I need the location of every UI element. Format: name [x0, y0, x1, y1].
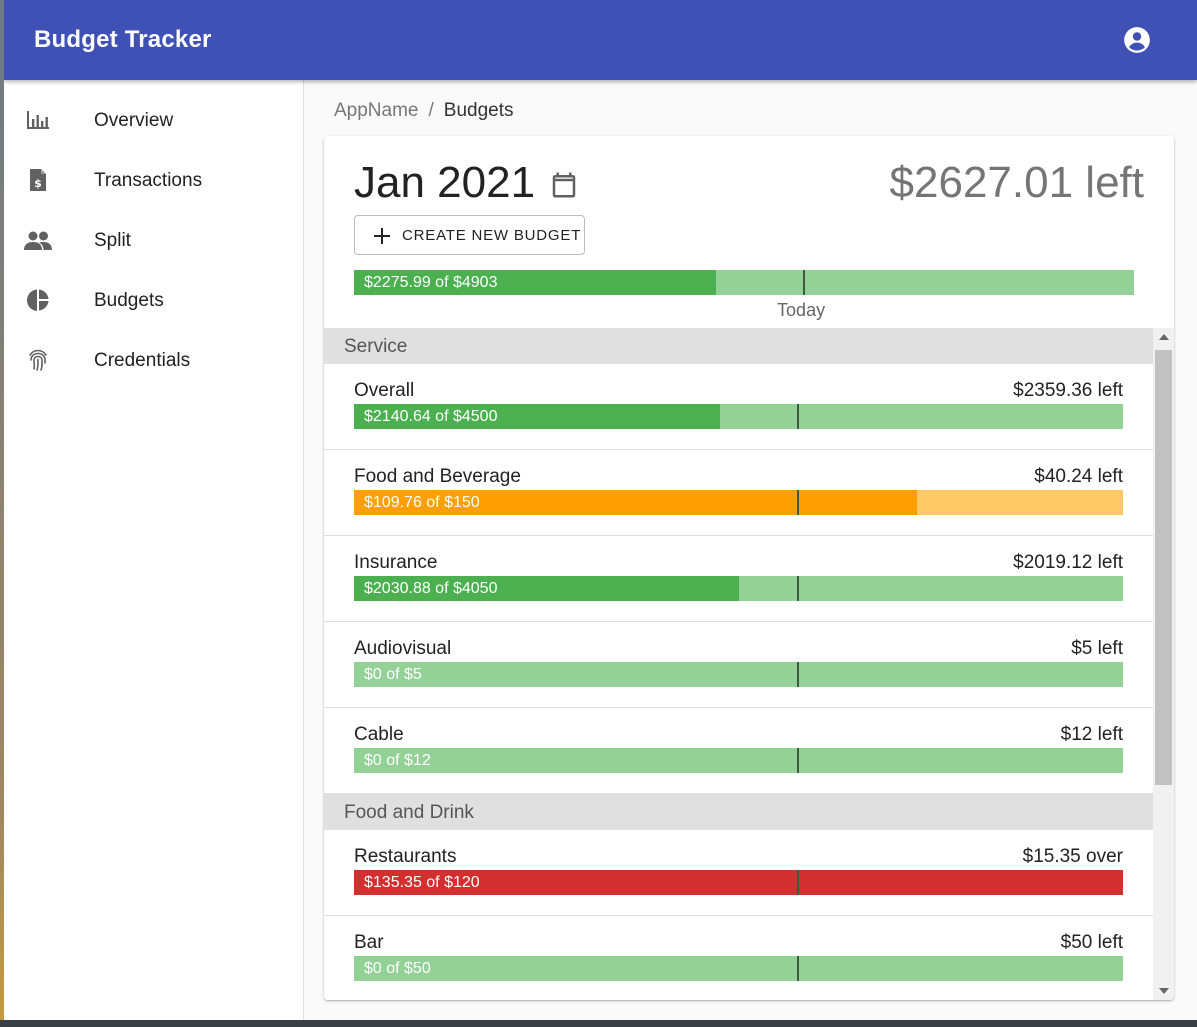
budget-status: $40.24 left [1034, 466, 1123, 487]
breadcrumb-root[interactable]: AppName [334, 100, 419, 122]
sidebar-item-split[interactable]: Split [4, 210, 304, 270]
budget-progress-bar: $2030.88 of $4050 [354, 576, 1123, 601]
breadcrumb: AppName / Budgets [334, 100, 514, 122]
group-header: Food and Drink [324, 794, 1153, 830]
today-label: Today [777, 300, 826, 320]
budget-status: $5 left [1071, 638, 1123, 659]
app-title: Budget Tracker [34, 26, 212, 53]
svg-text:$: $ [34, 177, 42, 190]
sidebar-item-label: Credentials [94, 350, 191, 371]
group-header-label: Service [344, 336, 408, 357]
budget-list[interactable]: Service Overall $2359.36 left $2140.64 of $… [324, 328, 1174, 1000]
group-header-label: Food and Drink [344, 802, 474, 823]
budget-bar-text: $135.35 of $120 [364, 874, 480, 891]
budget-status: $50 left [1060, 932, 1123, 953]
create-new-budget-label: CREATE NEW BUDGET [402, 227, 582, 244]
today-marker [796, 662, 799, 687]
budget-bar-text: $109.76 of $150 [364, 494, 480, 511]
app-window: Budget Tracker Overview $ Transactions S… [4, 0, 1197, 1020]
sidebar-item-credentials[interactable]: Credentials [4, 330, 304, 390]
budget-name: Food and Beverage [354, 466, 521, 487]
sidebar-item-overview[interactable]: Overview [4, 90, 304, 150]
summary-bar-text: $2275.99 of $4903 [364, 274, 498, 291]
sidebar-item-label: Transactions [94, 170, 203, 191]
today-marker [796, 404, 799, 429]
today-marker [803, 270, 806, 295]
budget-row[interactable]: Food and Beverage $40.24 left $109.76 of $… [324, 450, 1153, 536]
budget-status: $2019.12 left [1013, 552, 1123, 573]
today-marker [796, 956, 799, 981]
budget-bar-text: $0 of $5 [364, 666, 422, 683]
summary-progress-bar: $2275.99 of $4903 [354, 270, 1134, 295]
pie-chart-icon [24, 288, 52, 312]
fingerprint-icon [24, 348, 52, 372]
budget-bar-text: $2140.64 of $4500 [364, 408, 498, 425]
plus-icon [371, 225, 393, 247]
main-content: AppName / Budgets Jan 2021 $2627.01 left [304, 80, 1197, 1020]
calendar-icon[interactable] [549, 170, 579, 200]
list-scrollbar[interactable] [1153, 328, 1174, 1000]
receipt-dollar-icon: $ [24, 168, 52, 192]
sidebar-item-label: Split [94, 230, 131, 251]
budget-bar-text: $0 of $50 [364, 960, 431, 977]
today-marker [796, 490, 799, 515]
month-title: Jan 2021 [354, 158, 536, 207]
budget-progress-bar: $135.35 of $120 [354, 870, 1123, 895]
budget-name: Restaurants [354, 846, 457, 867]
people-icon [24, 228, 52, 252]
budget-progress-bar: $0 of $50 [354, 956, 1123, 981]
create-new-budget-button[interactable]: CREATE NEW BUDGET [354, 215, 585, 255]
budget-name: Cable [354, 724, 404, 745]
breadcrumb-current: Budgets [443, 100, 514, 121]
scrollbar-thumb[interactable] [1155, 350, 1172, 785]
desktop-taskbar-edge [0, 1020, 1197, 1027]
today-marker [796, 748, 799, 773]
app-bar: Budget Tracker [4, 0, 1197, 80]
budget-row[interactable]: Insurance $2019.12 left $2030.88 of $4050 [324, 536, 1153, 622]
sidebar-item-label: Budgets [94, 290, 164, 311]
budget-bar-text: $2030.88 of $4050 [364, 580, 498, 597]
budget-row[interactable]: Overall $2359.36 left $2140.64 of $4500 [324, 364, 1153, 450]
budget-name: Insurance [354, 552, 438, 573]
sidebar-item-budgets[interactable]: Budgets [4, 270, 304, 330]
budget-name: Bar [354, 932, 384, 953]
budget-status: $15.35 over [1022, 846, 1123, 867]
total-remaining: $2627.01 left [889, 158, 1144, 207]
budget-progress-bar: $2140.64 of $4500 [354, 404, 1123, 429]
budget-progress-bar: $109.76 of $150 [354, 490, 1123, 515]
sidebar-item-transactions[interactable]: $ Transactions [4, 150, 304, 210]
budget-name: Overall [354, 380, 415, 401]
bar-chart-icon [24, 108, 52, 132]
scroll-down-arrow-icon[interactable] [1159, 988, 1169, 994]
budget-status: $2359.36 left [1013, 380, 1123, 401]
budget-name: Audiovisual [354, 638, 452, 659]
scroll-up-arrow-icon[interactable] [1159, 334, 1169, 340]
budget-row[interactable]: Bar $50 left $0 of $50 [324, 916, 1153, 1000]
budget-row[interactable]: Audiovisual $5 left $0 of $5 [324, 622, 1153, 708]
budgets-card: Jan 2021 $2627.01 left CREATE NEW BUDGET [324, 136, 1174, 1000]
group-header: Service [324, 328, 1153, 364]
budget-status: $12 left [1060, 724, 1123, 745]
breadcrumb-separator: / [428, 100, 434, 121]
budget-row[interactable]: Restaurants $15.35 over $135.35 of $120 [324, 830, 1153, 916]
account-circle-icon[interactable] [1123, 26, 1151, 54]
sidebar: Overview $ Transactions Split Budgets Cr… [4, 80, 304, 1020]
today-marker [796, 576, 799, 601]
sidebar-item-label: Overview [94, 110, 174, 131]
budget-progress-bar: $0 of $5 [354, 662, 1123, 687]
budget-row[interactable]: Cable $12 left $0 of $12 [324, 708, 1153, 794]
budget-bar-text: $0 of $12 [364, 752, 431, 769]
today-marker [796, 870, 799, 895]
budget-progress-bar: $0 of $12 [354, 748, 1123, 773]
